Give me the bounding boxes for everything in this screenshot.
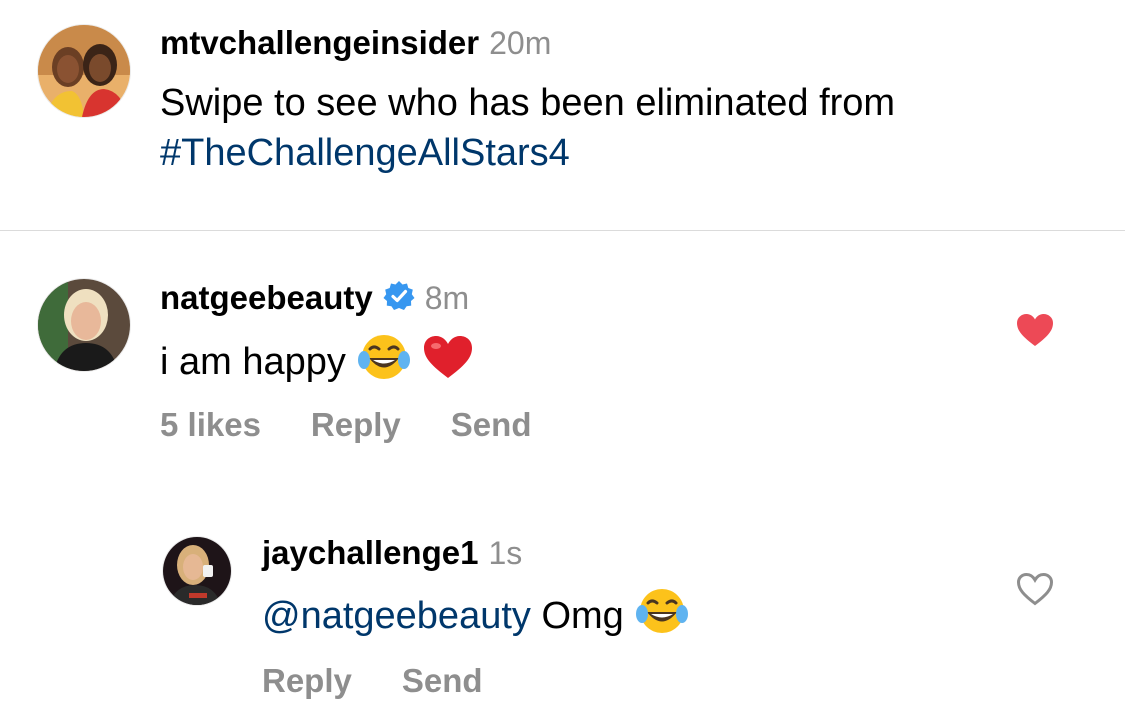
comment-username[interactable]: natgeebeauty bbox=[160, 279, 373, 317]
verified-badge-icon bbox=[383, 280, 415, 317]
reply-avatar[interactable] bbox=[163, 537, 231, 605]
laughing-emoji-icon bbox=[357, 332, 410, 395]
laughing-emoji-icon bbox=[635, 586, 688, 649]
reply-body: Omg bbox=[541, 595, 624, 637]
reply-username[interactable]: jaychallenge1 bbox=[262, 534, 478, 572]
divider bbox=[0, 230, 1125, 231]
caption-avatar[interactable] bbox=[38, 25, 130, 117]
caption-body: Swipe to see who has been eliminated fro… bbox=[160, 82, 896, 124]
comment-reply-button[interactable]: Reply bbox=[311, 406, 401, 444]
comment-likes-count[interactable]: 5 likes bbox=[160, 406, 261, 444]
red-heart-emoji-icon bbox=[422, 334, 474, 395]
comment-body: i am happy bbox=[160, 341, 346, 383]
reply-mention-link[interactable]: @natgeebeauty bbox=[262, 595, 531, 637]
caption-username[interactable]: mtvchallengeinsider bbox=[160, 24, 479, 62]
reply-reply-button[interactable]: Reply bbox=[262, 662, 352, 700]
comment-header: natgeebeauty 8m bbox=[160, 279, 469, 317]
reply-like-heart-outline-icon[interactable] bbox=[1016, 572, 1054, 611]
reply-actions: Reply Send bbox=[262, 662, 483, 700]
caption-timestamp: 20m bbox=[489, 24, 552, 61]
comment-text: i am happy bbox=[160, 332, 474, 395]
comment-like-heart-icon[interactable] bbox=[1016, 313, 1054, 352]
caption-text: Swipe to see who has been eliminated fro… bbox=[160, 78, 895, 178]
caption-hashtag-link[interactable]: #TheChallengeAllStars4 bbox=[160, 128, 895, 178]
comment-send-button[interactable]: Send bbox=[451, 406, 532, 444]
reply-timestamp: 1s bbox=[488, 534, 523, 571]
reply-send-button[interactable]: Send bbox=[402, 662, 483, 700]
comment-avatar[interactable] bbox=[38, 279, 130, 371]
comment-actions: 5 likes Reply Send bbox=[160, 406, 531, 444]
comment-timestamp: 8m bbox=[424, 279, 470, 316]
reply-text: @natgeebeauty Omg bbox=[262, 586, 688, 649]
reply-header: jaychallenge1 1s bbox=[262, 534, 522, 572]
caption-header: mtvchallengeinsider 20m bbox=[160, 24, 551, 62]
